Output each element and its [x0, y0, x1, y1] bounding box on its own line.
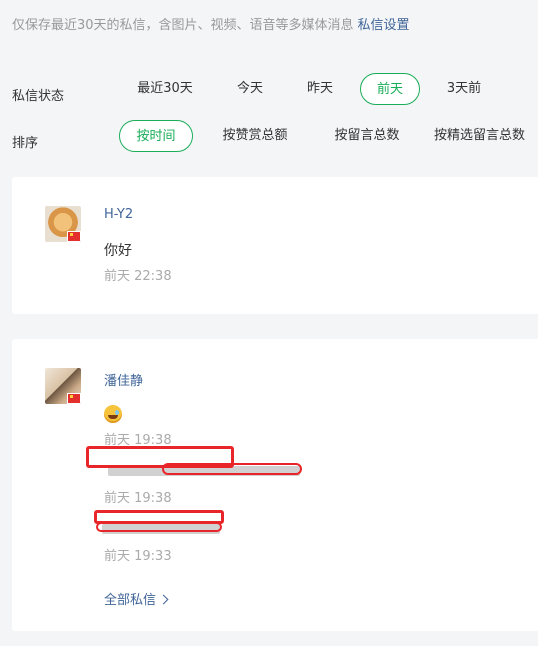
- conversation-card[interactable]: H-Y2 你好 前天 22:38: [12, 177, 538, 314]
- sender-name[interactable]: 潘佳静: [104, 370, 143, 389]
- sort-option-by-time[interactable]: 按时间: [119, 120, 193, 152]
- message-settings-link[interactable]: 私信设置: [358, 18, 410, 33]
- status-option-last30days[interactable]: 最近30天: [123, 73, 207, 105]
- message-time: 前天 19:33: [104, 549, 172, 564]
- status-option-day-before-yesterday[interactable]: 前天: [360, 73, 420, 105]
- sort-filter-label: 排序: [12, 136, 39, 151]
- chevron-right-icon: [158, 594, 169, 605]
- message-text: 你好: [104, 243, 132, 259]
- avatar[interactable]: [45, 368, 81, 404]
- redaction-box: [162, 463, 302, 475]
- sort-option-by-featured-comment-total[interactable]: 按精选留言总数: [434, 120, 538, 152]
- conversation-card[interactable]: 潘佳静 前天 19:38 前天 19:38 前天 19:33 全部私信: [12, 339, 538, 631]
- all-messages-link-label: 全部私信: [104, 593, 157, 608]
- status-filter-label: 私信状态: [12, 89, 65, 104]
- sort-option-by-comment-total[interactable]: 按留言总数: [322, 120, 412, 152]
- retention-notice-text: 仅保存最近30天的私信，含图片、视频、语音等多媒体消息: [12, 18, 354, 33]
- message-time: 前天 22:38: [104, 269, 172, 284]
- redaction-box: [96, 522, 222, 532]
- laughing-tears-emoji-icon: [104, 405, 122, 423]
- sort-option-by-reward-total[interactable]: 按赞赏总额: [210, 120, 300, 152]
- message-time: 前天 19:38: [104, 491, 172, 506]
- china-flag-icon: [67, 393, 81, 404]
- avatar[interactable]: [45, 206, 81, 242]
- status-option-3days-ago[interactable]: 3天前: [432, 73, 496, 105]
- sender-name[interactable]: H-Y2: [104, 207, 133, 222]
- sort-filter-row: 排序 按时间 按赞赏总额 按留言总数 按精选留言总数: [0, 120, 538, 154]
- status-option-today[interactable]: 今天: [222, 73, 278, 105]
- status-filter-row: 私信状态 最近30天 今天 昨天 前天 3天前: [0, 73, 538, 107]
- china-flag-icon: [67, 231, 81, 242]
- retention-notice: 仅保存最近30天的私信，含图片、视频、语音等多媒体消息 私信设置: [12, 14, 410, 33]
- all-messages-link[interactable]: 全部私信: [104, 589, 169, 608]
- status-option-yesterday[interactable]: 昨天: [292, 73, 348, 105]
